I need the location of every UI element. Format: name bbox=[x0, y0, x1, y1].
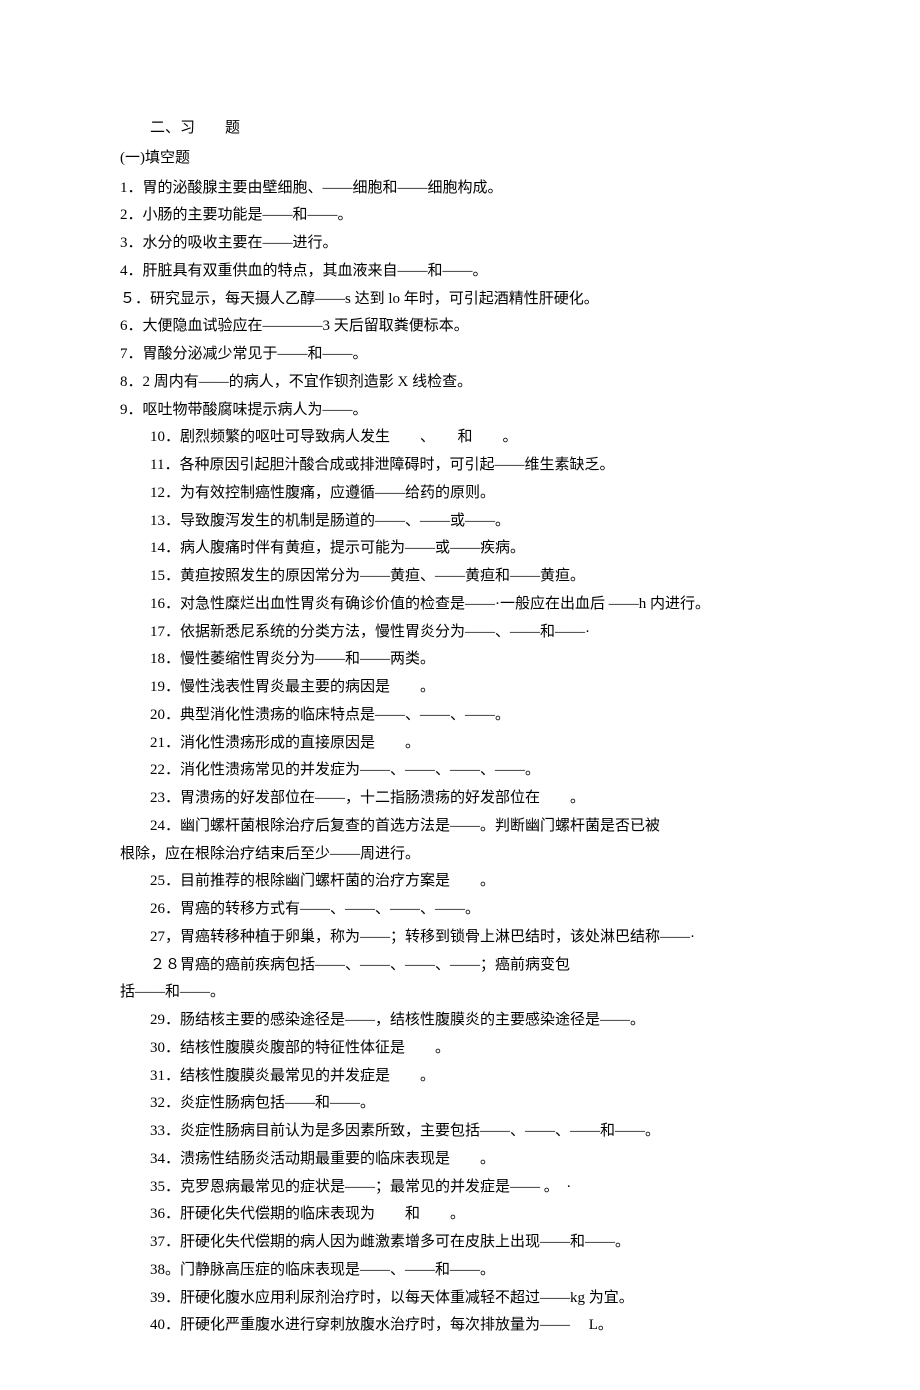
question-item-16: 16．对急性糜烂出血性胃炎有确诊价值的检查是——·一般应在出血后 ——h 内进行… bbox=[120, 591, 800, 619]
question-item-21: 21．消化性溃疡形成的直接原因是 。 bbox=[120, 730, 800, 758]
question-item-7: 7．胃酸分泌减少常见于——和——。 bbox=[120, 341, 800, 369]
question-item-3: 3．水分的吸收主要在——进行。 bbox=[120, 230, 800, 258]
question-item-17: 17．依据新悉尼系统的分类方法，慢性胃炎分为——、——和——· bbox=[120, 619, 800, 647]
question-item-11: 11．各种原因引起胆汁酸合成或排泄障碍时，可引起——维生素缺乏。 bbox=[120, 452, 800, 480]
question-item-18: 18．慢性萎缩性胃炎分为——和——两类。 bbox=[120, 646, 800, 674]
question-item-31: 29．肠结核主要的感染途径是——，结核性腹膜炎的主要感染途径是——。 bbox=[120, 1007, 800, 1035]
question-item-33: 31．结核性腹膜炎最常见的并发症是 。 bbox=[120, 1063, 800, 1091]
question-item-1: 1．胃的泌酸腺主要由壁细胞、——细胞和——细胞构成。 bbox=[120, 175, 800, 203]
items-container: 1．胃的泌酸腺主要由壁细胞、——细胞和——细胞构成。2．小肠的主要功能是——和—… bbox=[120, 175, 800, 1341]
question-item-22: 22．消化性溃疡常见的并发症为——、——、——、——。 bbox=[120, 757, 800, 785]
subsection-title: (一)填空题 bbox=[120, 145, 800, 173]
question-item-42: 40．肝硬化严重腹水进行穿刺放腹水治疗时，每次排放量为—— L。 bbox=[120, 1312, 800, 1340]
question-item-32: 30．结核性腹膜炎腹部的特征性体征是 。 bbox=[120, 1035, 800, 1063]
question-item-4: 4．肝脏具有双重供血的特点，其血液来自——和——。 bbox=[120, 258, 800, 286]
question-item-27: 26．胃癌的转移方式有——、——、——、——。 bbox=[120, 896, 800, 924]
question-item-39: 37．肝硬化失代偿期的病人因为雌激素增多可在皮肤上出现——和——。 bbox=[120, 1229, 800, 1257]
question-item-26: 25．目前推荐的根除幽门螺杆菌的治疗方案是 。 bbox=[120, 868, 800, 896]
question-item-10: 10．剧烈频繁的呕吐可导致病人发生 、 和 。 bbox=[120, 424, 800, 452]
question-item-9: 9．呕吐物带酸腐味提示病人为——。 bbox=[120, 397, 800, 425]
section-title: 二、习 题 bbox=[120, 115, 800, 143]
question-item-40: 38。门静脉高压症的临床表现是——、——和——。 bbox=[120, 1257, 800, 1285]
question-item-41: 39．肝硬化腹水应用利尿剂治疗时，以每天体重减轻不超过——kg 为宜。 bbox=[120, 1285, 800, 1313]
question-item-23: 23．胃溃疡的好发部位在——，十二指肠溃疡的好发部位在 。 bbox=[120, 785, 800, 813]
question-item-15: 15．黄疸按照发生的原因常分为——黄疸、——黄疸和——黄疸。 bbox=[120, 563, 800, 591]
question-item-24: 24．幽门螺杆菌根除治疗后复查的首选方法是——。判断幽门螺杆菌是否已被 bbox=[120, 813, 800, 841]
question-item-29: ２８胃癌的癌前疾病包括——、——、——、——；癌前病变包 bbox=[120, 952, 800, 980]
question-item-14: 14．病人腹痛时伴有黄疸，提示可能为——或——疾病。 bbox=[120, 535, 800, 563]
question-item-30: 括——和——。 bbox=[120, 979, 800, 1007]
question-item-34: 32．炎症性肠病包括——和——。 bbox=[120, 1090, 800, 1118]
question-item-38: 36．肝硬化失代偿期的临床表现为 和 。 bbox=[120, 1201, 800, 1229]
question-item-20: 20．典型消化性溃疡的临床特点是——、——、——。 bbox=[120, 702, 800, 730]
question-item-28: 27，胃癌转移种植于卵巢，称为——；转移到锁骨上淋巴结时，该处淋巴结称——· bbox=[120, 924, 800, 952]
question-item-37: 35．克罗恩病最常见的症状是——；最常见的并发症是—— 。 · bbox=[120, 1174, 800, 1202]
question-item-13: 13．导致腹泻发生的机制是肠道的——、——或——。 bbox=[120, 508, 800, 536]
question-item-36: 34．溃疡性结肠炎活动期最重要的临床表现是 。 bbox=[120, 1146, 800, 1174]
question-item-25: 根除，应在根除治疗结束后至少——周进行。 bbox=[120, 841, 800, 869]
question-item-19: 19．慢性浅表性胃炎最主要的病因是 。 bbox=[120, 674, 800, 702]
question-item-35: 33．炎症性肠病目前认为是多因素所致，主要包括——、——、——和——。 bbox=[120, 1118, 800, 1146]
question-item-6: 6．大便隐血试验应在————3 天后留取粪便标本。 bbox=[120, 313, 800, 341]
question-item-2: 2．小肠的主要功能是——和——。 bbox=[120, 202, 800, 230]
question-item-5: ５．研究显示，每天摄人乙醇——s 达到 lo 年时，可引起酒精性肝硬化。 bbox=[120, 286, 800, 314]
question-item-12: 12．为有效控制癌性腹痛，应遵循——给药的原则。 bbox=[120, 480, 800, 508]
question-item-8: 8．2 周内有——的病人，不宜作钡剂造影 X 线检查。 bbox=[120, 369, 800, 397]
